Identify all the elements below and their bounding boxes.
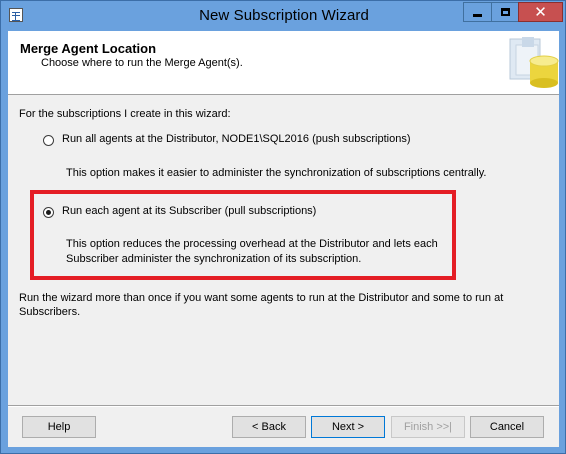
button-separator — [8, 405, 559, 407]
maximize-icon — [500, 8, 510, 16]
wizard-note: Run the wizard more than once if you wan… — [19, 292, 504, 318]
wizard-header: Merge Agent Location Choose where to run… — [8, 31, 559, 95]
wizard-window: New Subscription Wizard ✕ Merge Agent Lo… — [0, 0, 566, 454]
intro-label: For the subscriptions I create in this w… — [19, 108, 231, 120]
push-subscriptions-label[interactable]: Run all agents at the Distributor, NODE1… — [62, 133, 411, 145]
back-button[interactable]: < Back — [232, 416, 306, 438]
push-subscriptions-radio[interactable] — [43, 135, 54, 146]
pull-subscriptions-label[interactable]: Run each agent at its Subscriber (pull s… — [62, 205, 316, 217]
close-button[interactable]: ✕ — [518, 2, 563, 22]
close-icon: ✕ — [534, 3, 547, 21]
database-cylinder-icon — [509, 37, 559, 88]
pull-subscriptions-description: This option reduces the processing overh… — [66, 238, 438, 265]
maximize-button[interactable] — [491, 2, 518, 22]
help-button[interactable]: Help — [22, 416, 96, 438]
cancel-button[interactable]: Cancel — [470, 416, 544, 438]
wizard-body: For the subscriptions I create in this w… — [8, 95, 559, 405]
page-title: Merge Agent Location — [20, 41, 157, 56]
minimize-icon — [473, 13, 482, 17]
wizard-client-area: Merge Agent Location Choose where to run… — [8, 31, 559, 447]
pull-subscriptions-radio[interactable] — [43, 207, 54, 218]
finish-button[interactable]: Finish >>| — [391, 416, 465, 438]
title-bar[interactable]: New Subscription Wizard ✕ — [1, 1, 565, 31]
minimize-button[interactable] — [463, 2, 491, 22]
next-button[interactable]: Next > — [311, 416, 385, 438]
push-subscriptions-description: This option makes it easier to administe… — [66, 167, 487, 179]
page-subtitle: Choose where to run the Merge Agent(s). — [41, 57, 243, 69]
